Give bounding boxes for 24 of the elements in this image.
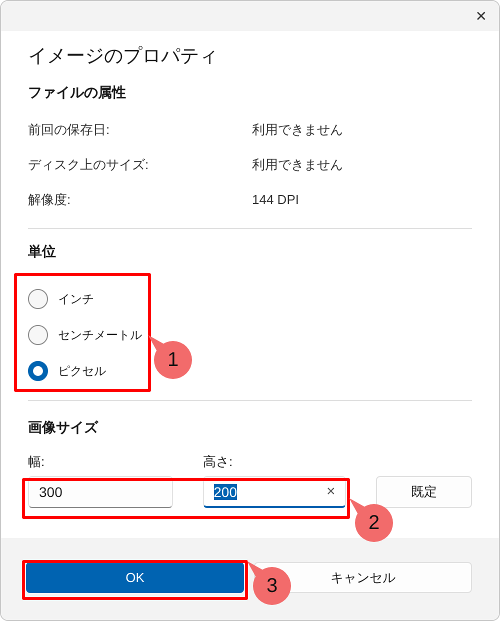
- radio-button[interactable]: [28, 325, 48, 345]
- property-value: 利用できません: [252, 156, 343, 174]
- dialog-title: イメージのプロパティ: [28, 45, 219, 69]
- property-label: 解像度:: [28, 190, 72, 208]
- radio-label[interactable]: インチ: [58, 290, 94, 308]
- radio-button[interactable]: [28, 361, 48, 381]
- field-label: 幅:: [28, 453, 46, 471]
- height-field[interactable]: 200 ×: [202, 476, 346, 508]
- section-heading: 単位: [28, 243, 57, 261]
- property-label: ディスク上のサイズ:: [28, 156, 150, 174]
- property-value: 利用できません: [252, 120, 343, 138]
- property-label: 前回の保存日:: [28, 120, 111, 138]
- clear-icon[interactable]: ×: [326, 483, 336, 500]
- width-field[interactable]: 300: [28, 476, 173, 508]
- field-label: 高さ:: [203, 453, 233, 471]
- default-button[interactable]: 既定: [376, 476, 472, 508]
- property-value: 144 DPI: [252, 192, 299, 207]
- radio-button[interactable]: [28, 289, 48, 309]
- section-heading: 画像サイズ: [28, 419, 100, 437]
- ok-button[interactable]: OK: [26, 562, 244, 593]
- section-heading: ファイルの属性: [28, 84, 127, 102]
- close-button[interactable]: ✕: [475, 8, 487, 24]
- radio-label[interactable]: センチメートル: [58, 326, 142, 344]
- radio-label[interactable]: ピクセル: [58, 362, 106, 380]
